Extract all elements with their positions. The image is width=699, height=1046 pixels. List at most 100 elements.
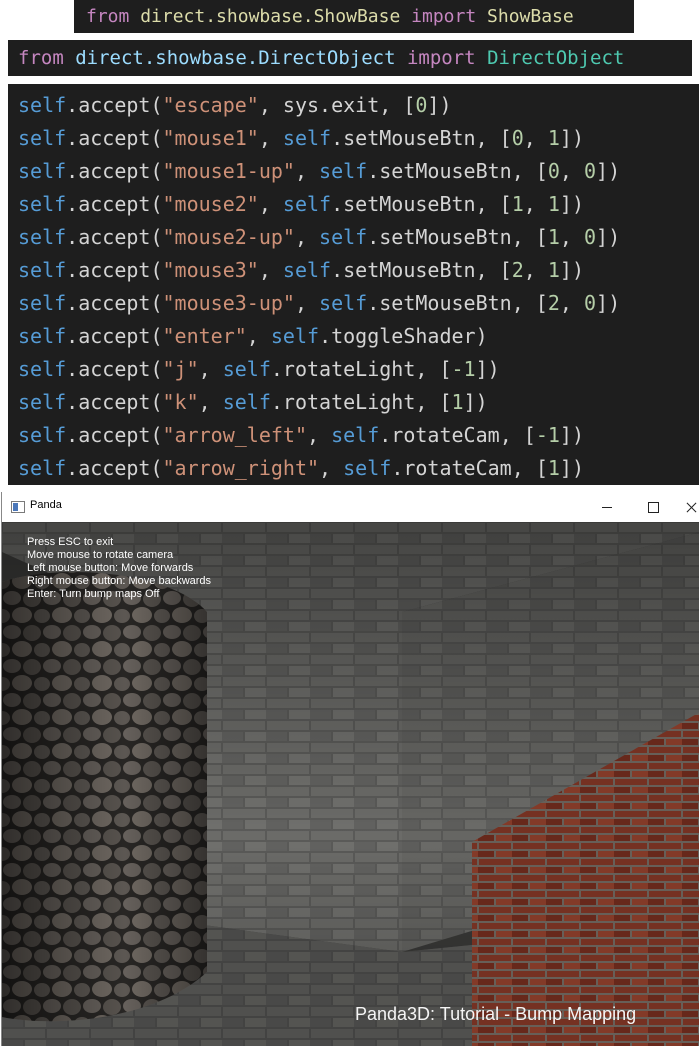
code-token-handler-self: self bbox=[319, 291, 368, 315]
window-titlebar[interactable]: Panda bbox=[2, 492, 699, 522]
code-token-a1: 2 bbox=[511, 258, 524, 282]
keyword-import: import bbox=[406, 47, 476, 69]
code-token-sep: , bbox=[198, 390, 223, 414]
code-line: self.accept("arrow_left", self.rotateCam… bbox=[18, 419, 699, 452]
code-token-event: "arrow_right" bbox=[162, 456, 320, 480]
code-token-a2: 0 bbox=[583, 159, 597, 183]
code-token-handler-self: self bbox=[343, 456, 392, 480]
code-token-mid: , bbox=[559, 291, 584, 315]
code-token-handler-self: self bbox=[319, 225, 368, 249]
code-token-sep: , bbox=[258, 258, 283, 282]
keyword-import: import bbox=[411, 6, 477, 27]
code-token-event: "mouse1-up" bbox=[162, 159, 295, 183]
code-line: self.accept("j", self.rotateLight, [-1]) bbox=[18, 353, 699, 386]
code-snippet-showbase-import: from direct.showbase.ShowBase import Sho… bbox=[74, 0, 634, 33]
code-token-event: "j" bbox=[162, 357, 199, 381]
code-line: self.accept("mouse3", self.setMouseBtn, … bbox=[18, 254, 699, 287]
minimize-icon[interactable] bbox=[585, 492, 631, 522]
code-token-handler-self: self bbox=[282, 258, 332, 282]
code-snippet-directobject-import: from direct.showbase.DirectObject import… bbox=[8, 40, 692, 76]
code-token-event: "escape" bbox=[162, 93, 259, 117]
code-token-a2: 0 bbox=[583, 291, 597, 315]
code-block-accept-events: self.accept("escape", sys.exit, [0]) self… bbox=[8, 84, 699, 485]
code-line: self.accept("k", self.rotateLight, [1]) bbox=[18, 386, 699, 419]
code-token-self: self bbox=[18, 225, 67, 249]
code-token-args-post: ]) bbox=[596, 225, 621, 249]
code-token-self: self bbox=[18, 258, 67, 282]
code-token-a1: -1 bbox=[535, 423, 560, 447]
class-name: DirectObject bbox=[487, 47, 625, 69]
code-token-sep: , bbox=[319, 456, 344, 480]
code-token-args-pre: , [ bbox=[499, 423, 536, 447]
code-token-args-pre: , [ bbox=[475, 126, 512, 150]
code-token-self: self bbox=[18, 192, 67, 216]
code-line: self.accept("enter", self.toggleShader) bbox=[18, 320, 699, 353]
code-token-mid: , bbox=[523, 126, 548, 150]
code-token-handler-self: self bbox=[331, 423, 380, 447]
instructions-overlay: Press ESC to exit Move mouse to rotate c… bbox=[27, 536, 211, 601]
scene-title: Panda3D: Tutorial - Bump Mapping bbox=[355, 1004, 637, 1024]
keyword-from: from bbox=[86, 6, 130, 27]
code-token-args-post: ]) bbox=[463, 390, 488, 414]
instruction-line: Move mouse to rotate camera bbox=[27, 549, 174, 561]
code-token-self: self bbox=[18, 456, 67, 480]
code-token-args-post: ]) bbox=[596, 291, 621, 315]
code-token-mid: , bbox=[523, 192, 548, 216]
code-line: self.accept("arrow_right", self.rotateCa… bbox=[18, 452, 699, 485]
code-token-sep: , bbox=[198, 357, 223, 381]
code-token-self: self bbox=[18, 390, 67, 414]
code-token-args-post: ]) bbox=[559, 258, 584, 282]
code-token-a1: 1 bbox=[547, 225, 560, 249]
code-token-self: self bbox=[18, 324, 67, 348]
code-token-a1: 0 bbox=[547, 159, 560, 183]
code-token-handler: sys.exit bbox=[282, 93, 380, 117]
code-line: self.accept("mouse1", self.setMouseBtn, … bbox=[18, 122, 699, 155]
code-token-handler: .setMouseBtn bbox=[331, 192, 476, 216]
code-token-self: self bbox=[18, 126, 67, 150]
code-token-call: .accept( bbox=[66, 225, 163, 249]
code-token-sep: , bbox=[294, 225, 320, 249]
close-icon[interactable] bbox=[677, 492, 699, 522]
code-token-a2: 1 bbox=[547, 192, 560, 216]
code-token-args-post: ) bbox=[475, 324, 488, 348]
code-token-a1: -1 bbox=[451, 357, 476, 381]
code-token-handler-self: self bbox=[222, 390, 271, 414]
code-token-a1: 1 bbox=[547, 456, 560, 480]
panda-window: Panda Press ESC to exit Move mouse to ro… bbox=[1, 492, 699, 1046]
scene-viewport[interactable]: Press ESC to exit Move mouse to rotate c… bbox=[2, 522, 699, 1046]
code-token-args-pre: , [ bbox=[511, 225, 548, 249]
code-token-call: .accept( bbox=[66, 93, 163, 117]
code-token-args-pre: , [ bbox=[415, 357, 452, 381]
module-name: direct.showbase.ShowBase bbox=[140, 6, 401, 27]
code-token-call: .accept( bbox=[66, 357, 163, 381]
code-token-handler: .setMouseBtn bbox=[367, 291, 512, 315]
instruction-line: Left mouse button: Move forwards bbox=[27, 562, 194, 574]
code-token-call: .accept( bbox=[66, 390, 163, 414]
code-token-handler: .rotateCam bbox=[391, 456, 512, 480]
code-token-call: .accept( bbox=[66, 324, 163, 348]
code-token-args-post: ]) bbox=[559, 423, 584, 447]
code-token-call: .accept( bbox=[66, 456, 163, 480]
code-token-sep: , bbox=[258, 126, 283, 150]
code-token-mid: , bbox=[523, 258, 548, 282]
code-token-handler: .setMouseBtn bbox=[367, 225, 512, 249]
code-line: self.accept("mouse3-up", self.setMouseBt… bbox=[18, 287, 699, 320]
code-token-handler: .rotateCam bbox=[379, 423, 500, 447]
code-token-a2: 1 bbox=[547, 258, 560, 282]
code-token-a1: 1 bbox=[511, 192, 524, 216]
code-token-args-post: ]) bbox=[559, 126, 584, 150]
code-token-args-pre: , [ bbox=[379, 93, 416, 117]
code-token-args-pre: , [ bbox=[475, 258, 512, 282]
code-token-handler: .toggleShader bbox=[319, 324, 476, 348]
instruction-line: Enter: Turn bump maps Off bbox=[27, 588, 160, 600]
code-token-handler: .rotateLight bbox=[270, 357, 416, 381]
maximize-icon[interactable] bbox=[631, 492, 677, 522]
window-title: Panda bbox=[30, 499, 62, 511]
instruction-line: Right mouse button: Move backwards bbox=[27, 575, 212, 587]
code-token-call: .accept( bbox=[66, 159, 163, 183]
code-token-mid: , bbox=[559, 225, 584, 249]
keyword-from: from bbox=[18, 47, 64, 69]
code-token-handler-self: self bbox=[319, 159, 368, 183]
code-token-self: self bbox=[18, 423, 67, 447]
code-token-args-pre: , [ bbox=[511, 291, 548, 315]
